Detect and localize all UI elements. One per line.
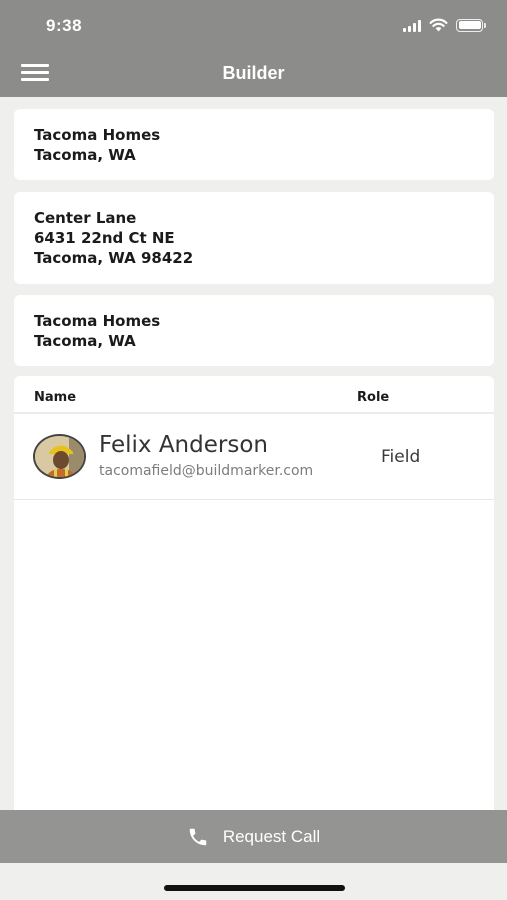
status-time: 9:38 <box>46 16 83 35</box>
team-member-row[interactable]: Felix Anderson Field <box>14 414 494 500</box>
battery-icon <box>456 18 486 32</box>
card-line: Center Lane <box>34 209 137 227</box>
member-name: Felix Anderson <box>99 432 268 458</box>
card-line: Tacoma, WA <box>34 332 136 350</box>
app-header: 9:38 Builder <box>0 0 507 97</box>
page-title: Builder <box>222 63 285 83</box>
cellular-signal-icon <box>403 19 421 32</box>
team-table-header: Name Role <box>14 376 494 414</box>
home-indicator[interactable] <box>164 885 345 891</box>
column-header-role: Role <box>357 390 390 405</box>
address-card: Center Lane 6431 22nd Ct NE Tacoma, WA 9… <box>14 192 494 284</box>
column-header-name: Name <box>34 390 77 405</box>
builder-location-card: Tacoma Homes Tacoma, WA <box>14 295 494 366</box>
avatar <box>33 434 86 479</box>
request-call-label: Request Call <box>222 826 321 846</box>
member-role: Field <box>381 447 421 467</box>
team-table: Name Role Felix Anderson Field tacomafie… <box>14 376 494 810</box>
request-call-button[interactable]: Request Call <box>0 810 507 863</box>
card-line: Tacoma Homes <box>34 126 161 144</box>
builder-card: Tacoma Homes Tacoma, WA <box>14 109 494 180</box>
card-line: 6431 22nd Ct NE <box>34 229 175 247</box>
wifi-icon <box>429 18 448 32</box>
card-line: Tacoma, WA 98422 <box>34 249 194 267</box>
phone-icon <box>189 828 207 845</box>
status-icons <box>403 18 486 32</box>
member-email[interactable]: tacomafield@buildmarker.com <box>99 463 313 479</box>
card-line: Tacoma, WA <box>34 146 136 164</box>
card-line: Tacoma Homes <box>34 312 161 330</box>
